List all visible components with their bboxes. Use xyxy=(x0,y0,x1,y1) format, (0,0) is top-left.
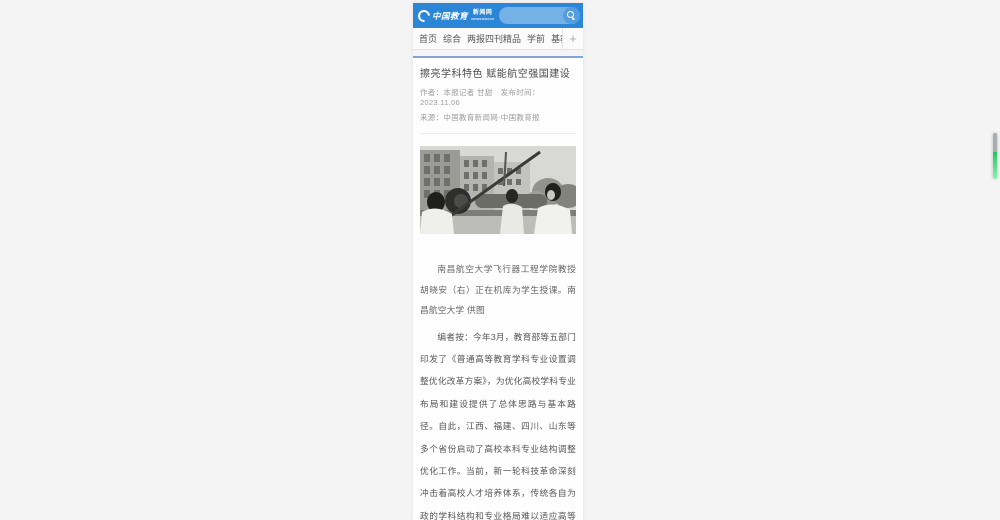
mobile-content-column: 中国教育 新闻网 XINWENWANG 首页综合两报四刊精品学前基教高教 + 擦… xyxy=(413,3,583,520)
article-title: 擦亮学科特色 赋能航空强国建设 xyxy=(420,69,571,80)
photo-caption: 南昌航空大学飞行器工程学院教授胡晓安（右）正在机库为学生授课。南昌航空大学 供图 xyxy=(420,264,576,315)
logo-sub-text: 新闻网 XINWENWANG xyxy=(471,9,495,21)
category-nav: 首页综合两报四刊精品学前基教高教 + xyxy=(413,27,583,50)
article-source: 来源：中国教育新闻网-中国教育报 xyxy=(420,113,540,122)
search-icon xyxy=(567,11,576,20)
search-bar[interactable] xyxy=(499,7,580,24)
meta-divider xyxy=(420,133,576,134)
indicator-green-segment xyxy=(993,152,997,179)
article-meta-line1: 作者：本报记者 甘甜 发布时间：2023.11.06 xyxy=(420,87,576,107)
tab-首页[interactable]: 首页 xyxy=(419,32,437,45)
search-input[interactable] xyxy=(505,7,563,24)
tab-学前[interactable]: 学前 xyxy=(527,32,545,45)
search-button[interactable] xyxy=(563,7,580,24)
article-container: 擦亮学科特色 赋能航空强国建设 作者：本报记者 甘甜 发布时间：2023.11.0… xyxy=(413,56,583,520)
site-logo[interactable]: 中国教育 新闻网 XINWENWANG xyxy=(415,7,495,24)
desktop-stage: 中国教育 新闻网 XINWENWANG 首页综合两报四刊精品学前基教高教 + 擦… xyxy=(0,0,1000,520)
site-header: 中国教育 新闻网 XINWENWANG xyxy=(413,3,583,28)
article-body-paragraph: 编者按：今年3月，教育部等五部门印发了《普通高等教育学科专业设置调整优化改革方案… xyxy=(420,331,576,520)
tab-综合[interactable]: 综合 xyxy=(443,32,461,45)
nav-tabs: 首页综合两报四刊精品学前基教高教 xyxy=(413,32,562,45)
indicator-gray-segment xyxy=(993,133,997,152)
logo-c-swoosh-icon xyxy=(415,7,433,24)
side-scroll-indicator[interactable] xyxy=(993,133,997,179)
article-author: 作者：本报记者 甘甜 xyxy=(420,88,493,97)
nav-more-button[interactable]: + xyxy=(562,27,583,50)
logo-pinyin: XINWENWANG xyxy=(471,16,495,21)
article-photo xyxy=(420,146,576,234)
tab-两报四刊精品[interactable]: 两报四刊精品 xyxy=(467,32,521,45)
logo-main-text: 中国教育 xyxy=(432,10,469,21)
tab-基教[interactable]: 基教 xyxy=(551,32,562,45)
